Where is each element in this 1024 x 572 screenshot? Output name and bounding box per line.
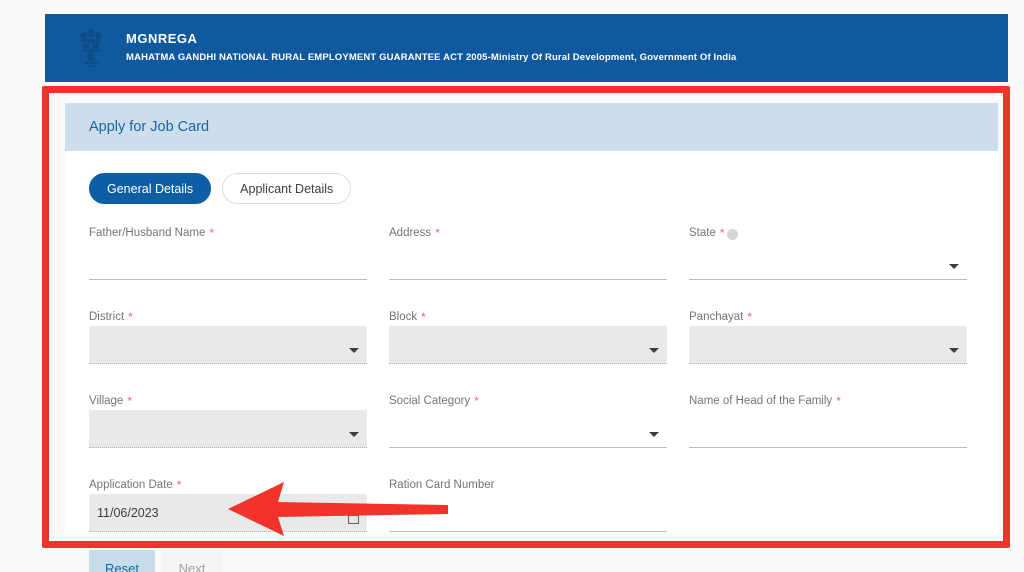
field-label: Address *: [389, 226, 667, 240]
field-label-text: Application Date: [89, 479, 173, 491]
field-name-of-head-of-family: Name of Head of the Family *: [689, 394, 967, 448]
required-asterisk: *: [127, 394, 132, 408]
card-body: General Details Applicant Details Father…: [65, 151, 998, 572]
required-asterisk: *: [421, 310, 426, 324]
required-asterisk: *: [719, 226, 725, 240]
field-label: Father/Husband Name *: [89, 226, 367, 240]
field-village: Village *: [89, 394, 367, 448]
field-label-text: Block: [389, 311, 418, 323]
control-wrapper: [689, 410, 967, 448]
form-actions: Reset Next: [89, 550, 974, 572]
chevron-down-icon: [649, 432, 659, 437]
field-label-text: Social Category: [389, 395, 471, 407]
father-husband-name-input[interactable]: [89, 242, 367, 280]
info-icon[interactable]: [726, 228, 738, 240]
control-wrapper: [389, 326, 667, 364]
tab-applicant-details-label: Applicant Details: [240, 181, 334, 196]
field-label: Block *: [389, 310, 667, 324]
field-block: Block *: [389, 310, 667, 364]
field-label-text: Name of Head of the Family: [689, 395, 833, 407]
control-wrapper: [89, 242, 367, 280]
required-asterisk: *: [836, 394, 841, 408]
state-select[interactable]: [689, 242, 967, 280]
card-header: Apply for Job Card: [65, 103, 998, 151]
field-label-text: Address: [389, 227, 432, 239]
field-spacer: [689, 478, 967, 532]
social-category-select[interactable]: [389, 410, 667, 448]
chevron-down-icon: [949, 264, 959, 269]
banner-text-block: MGNREGA MAHATMA GANDHI NATIONAL RURAL EM…: [126, 31, 736, 65]
village-select[interactable]: [89, 410, 367, 448]
district-select[interactable]: [89, 326, 367, 364]
next-button[interactable]: Next: [160, 550, 223, 572]
page-title: Apply for Job Card: [89, 119, 210, 135]
panchayat-select[interactable]: [689, 326, 967, 364]
chevron-down-icon: [949, 348, 959, 353]
tab-applicant-details[interactable]: Applicant Details: [222, 173, 352, 204]
field-label-text: Village: [89, 395, 124, 407]
control-wrapper: [689, 326, 967, 364]
required-asterisk: *: [176, 478, 182, 492]
left-arrow-annotation: [222, 480, 450, 543]
required-asterisk: *: [435, 226, 440, 240]
field-district: District *: [89, 310, 367, 364]
banner-title: MGNREGA: [126, 31, 198, 46]
form-row-2: District * Block * Panchayat *: [89, 310, 974, 364]
field-panchayat: Panchayat *: [689, 310, 967, 364]
field-label-text: District: [89, 311, 125, 323]
chevron-down-icon: [649, 348, 659, 353]
required-asterisk: *: [128, 310, 133, 324]
control-wrapper: [389, 410, 667, 448]
page-root: MGNREGA MAHATMA GANDHI NATIONAL RURAL EM…: [0, 0, 1024, 572]
field-label-text: State: [689, 227, 716, 239]
tab-general-details[interactable]: General Details: [89, 173, 212, 204]
reset-button[interactable]: Reset: [89, 550, 155, 572]
india-national-emblem-icon: [78, 26, 104, 70]
banner-subtitle: MAHATMA GANDHI NATIONAL RURAL EMPLOYMENT…: [126, 52, 737, 63]
field-state: State *: [689, 226, 967, 280]
field-label: District *: [89, 310, 367, 324]
field-address: Address *: [389, 226, 667, 280]
block-select[interactable]: [389, 326, 667, 364]
field-label: Panchayat *: [689, 310, 967, 324]
field-social-category: Social Category *: [389, 394, 667, 448]
site-banner: MGNREGA MAHATMA GANDHI NATIONAL RURAL EM…: [45, 14, 1008, 82]
form-row-3: Village * Social Category * Name of Head…: [89, 394, 974, 448]
field-label-text: Panchayat: [689, 311, 744, 323]
job-card-application-panel: Apply for Job Card General Details Appli…: [65, 103, 998, 572]
control-wrapper: [389, 242, 667, 280]
field-label-text: Father/Husband Name: [89, 227, 206, 239]
control-wrapper: [89, 410, 367, 448]
form-row-1: Father/Husband Name * Address * State *: [89, 226, 974, 280]
field-label: State *: [689, 226, 967, 240]
control-wrapper: [89, 326, 367, 364]
chevron-down-icon: [349, 432, 359, 437]
control-wrapper: [689, 242, 967, 280]
name-of-head-of-family-input[interactable]: [689, 410, 967, 448]
tab-general-details-label: General Details: [107, 181, 194, 196]
field-label: Name of Head of the Family *: [689, 394, 967, 408]
field-label: Village *: [89, 394, 367, 408]
form-tabs: General Details Applicant Details: [89, 173, 974, 204]
required-asterisk: *: [747, 310, 753, 324]
field-label: Social Category *: [389, 394, 667, 408]
chevron-down-icon: [349, 348, 359, 353]
field-father-husband-name: Father/Husband Name *: [89, 226, 367, 280]
required-asterisk: *: [474, 394, 479, 408]
required-asterisk: *: [209, 226, 215, 240]
address-input[interactable]: [389, 242, 667, 280]
